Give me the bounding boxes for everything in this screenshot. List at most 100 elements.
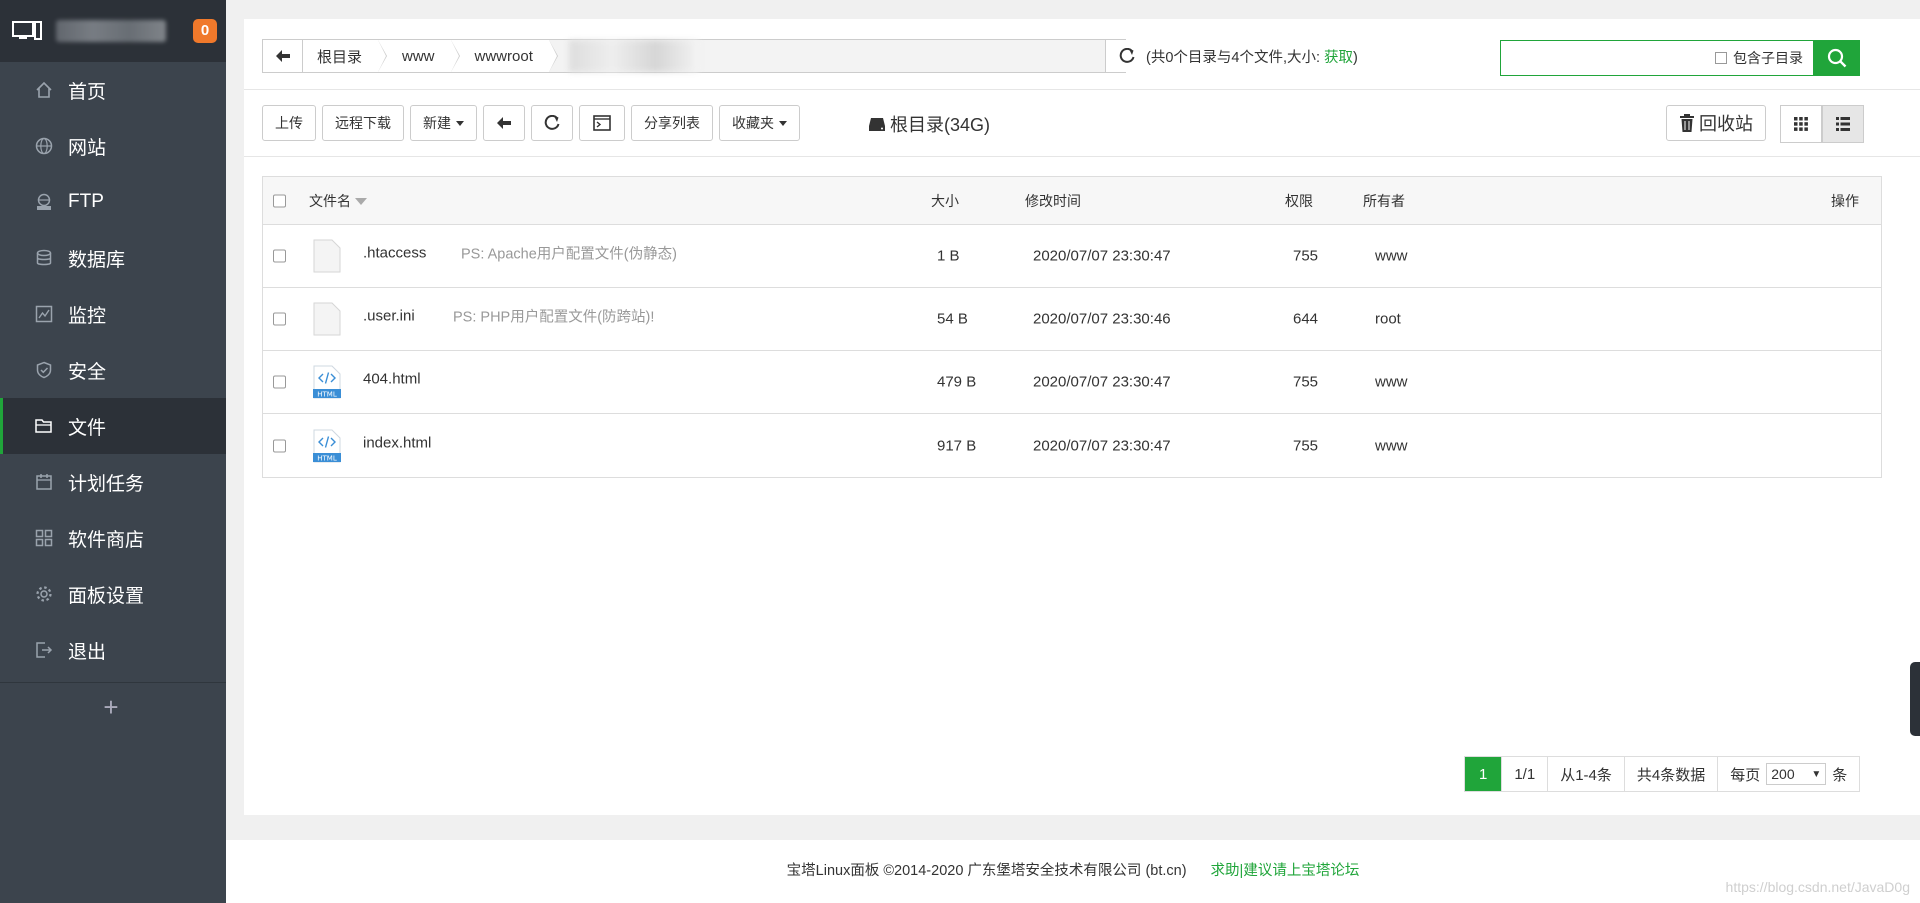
sidebar-item-4[interactable]: 监控 bbox=[0, 286, 226, 342]
footer-help-link[interactable]: 求助|建议请上宝塔论坛 bbox=[1211, 863, 1360, 879]
row-checkbox[interactable] bbox=[273, 312, 286, 326]
file-manager-panel: 根目录 www wwwroot (共0个目录与4个文件,大小: 获取) 包含子目… bbox=[244, 19, 1920, 815]
file-toolbar: 上传 远程下载 新建 分享列表 收藏夹 bbox=[262, 105, 806, 141]
grid-view-button[interactable] bbox=[1780, 105, 1822, 143]
select-all-checkbox[interactable] bbox=[273, 194, 286, 207]
file-name[interactable]: index.html bbox=[363, 434, 431, 451]
file-permission[interactable]: 755 bbox=[1293, 248, 1318, 265]
trash-icon bbox=[1680, 114, 1694, 132]
favorites-dropdown-button[interactable]: 收藏夹 bbox=[719, 105, 800, 141]
sidebar-item-6[interactable]: 文件 bbox=[0, 398, 226, 454]
column-header-action: 操作 bbox=[1831, 192, 1859, 209]
file-owner[interactable]: www bbox=[1375, 437, 1408, 454]
file-owner[interactable]: root bbox=[1375, 311, 1401, 328]
disk-label: 根目录(34G) bbox=[890, 115, 991, 135]
folder-icon bbox=[34, 416, 54, 436]
table-body: .htaccess PS: Apache用户配置文件(伪静态) 1 B 2020/07… bbox=[263, 225, 1881, 477]
sidebar-item-10[interactable]: 退出 bbox=[0, 622, 226, 678]
get-size-link[interactable]: 获取 bbox=[1324, 50, 1353, 66]
column-name-label: 文件名 bbox=[309, 192, 351, 209]
new-dropdown-button[interactable]: 新建 bbox=[410, 105, 477, 141]
breadcrumb-wwwroot[interactable]: wwwroot bbox=[450, 40, 559, 72]
caret-down-icon bbox=[456, 120, 464, 126]
page-current[interactable]: 1 bbox=[1465, 757, 1503, 791]
divider bbox=[244, 156, 1920, 157]
favorites-label: 收藏夹 bbox=[732, 115, 774, 131]
breadcrumb-root[interactable]: 根目录 bbox=[303, 40, 388, 72]
sidebar-add-button[interactable]: + bbox=[96, 692, 126, 722]
file-table: 文件名 大小 修改时间 权限 所有者 操作 .htaccess PS: Apach… bbox=[262, 176, 1882, 478]
disk-selector[interactable]: 根目录(34G) bbox=[868, 111, 990, 137]
apps-grid-icon bbox=[34, 528, 54, 548]
page-count: 1/1 bbox=[1502, 757, 1549, 791]
table-row[interactable]: HTML 404.html 479 B 2020/07/07 23:30:47 755 w… bbox=[263, 351, 1881, 414]
sidebar-item-2[interactable]: FTP bbox=[0, 174, 226, 230]
column-header-size[interactable]: 大小 bbox=[931, 191, 959, 211]
go-back-button[interactable] bbox=[483, 105, 525, 141]
per-page-value: 200 bbox=[1771, 766, 1795, 782]
file-name[interactable]: .user.ini bbox=[363, 308, 415, 325]
file-owner[interactable]: www bbox=[1375, 248, 1408, 265]
recycle-bin-button[interactable]: 回收站 bbox=[1666, 105, 1766, 141]
path-refresh-button[interactable] bbox=[1105, 40, 1147, 72]
file-permission[interactable]: 755 bbox=[1293, 374, 1318, 391]
include-subdir-option[interactable]: 包含子目录 bbox=[1715, 41, 1813, 75]
sidebar-item-9[interactable]: 面板设置 bbox=[0, 566, 226, 622]
column-header-owner[interactable]: 所有者 bbox=[1363, 191, 1405, 211]
html-file-icon: HTML bbox=[313, 429, 341, 463]
file-name[interactable]: .htaccess bbox=[363, 245, 426, 262]
table-row[interactable]: .user.ini PS: PHP用户配置文件(防跨站)! 54 B 2020/07/… bbox=[263, 288, 1881, 351]
row-checkbox[interactable] bbox=[273, 375, 286, 389]
svg-text:HTML: HTML bbox=[317, 391, 337, 399]
back-button[interactable] bbox=[263, 40, 303, 72]
include-subdir-label: 包含子目录 bbox=[1733, 50, 1803, 66]
list-icon bbox=[1836, 117, 1850, 131]
sidebar-item-label: 文件 bbox=[68, 417, 107, 439]
page-total: 共4条数据 bbox=[1625, 757, 1719, 791]
terminal-icon bbox=[593, 115, 611, 131]
server-monitor-icon bbox=[12, 20, 42, 42]
notification-badge[interactable]: 0 bbox=[193, 19, 217, 43]
terminal-button[interactable] bbox=[579, 105, 625, 141]
search-button[interactable] bbox=[1814, 40, 1860, 76]
upload-button[interactable]: 上传 bbox=[262, 105, 316, 141]
row-checkbox[interactable] bbox=[273, 249, 286, 263]
file-name[interactable]: 404.html bbox=[363, 371, 421, 388]
file-mtime: 2020/07/07 23:30:47 bbox=[1033, 437, 1171, 454]
column-header-name[interactable]: 文件名 bbox=[309, 191, 367, 211]
sidebar-item-label: 监控 bbox=[68, 305, 107, 327]
search-input[interactable] bbox=[1501, 41, 1715, 75]
sort-caret-icon bbox=[355, 198, 367, 206]
table-row[interactable]: HTML index.html 917 B 2020/07/07 23:30:47 75… bbox=[263, 414, 1881, 477]
search-icon bbox=[1827, 48, 1847, 68]
list-view-button[interactable] bbox=[1822, 105, 1864, 143]
breadcrumb-www[interactable]: www bbox=[378, 40, 459, 72]
include-subdir-checkbox[interactable] bbox=[1715, 52, 1727, 64]
file-permission[interactable]: 644 bbox=[1293, 311, 1318, 328]
grid-icon bbox=[1794, 117, 1808, 131]
sidebar-item-0[interactable]: 首页 bbox=[0, 62, 226, 118]
sidebar-item-3[interactable]: 数据库 bbox=[0, 230, 226, 286]
sidebar-item-1[interactable]: 网站 bbox=[0, 118, 226, 174]
sidebar-menu: 首页 网站 FTP 数据库监控安全文件计划任务 软件商店面板设置退出 bbox=[0, 62, 226, 678]
sidebar-item-7[interactable]: 计划任务 bbox=[0, 454, 226, 510]
file-permission[interactable]: 755 bbox=[1293, 437, 1318, 454]
directory-info-suffix: ) bbox=[1353, 50, 1358, 66]
divider bbox=[244, 89, 1920, 90]
share-list-button[interactable]: 分享列表 bbox=[631, 105, 713, 141]
row-checkbox[interactable] bbox=[273, 439, 286, 452]
file-owner[interactable]: www bbox=[1375, 374, 1408, 391]
svg-text:HTML: HTML bbox=[317, 454, 337, 462]
column-header-perm[interactable]: 权限 bbox=[1285, 191, 1313, 211]
per-page-select[interactable]: 200 ▼ bbox=[1766, 763, 1827, 785]
table-row[interactable]: .htaccess PS: Apache用户配置文件(伪静态) 1 B 2020/07… bbox=[263, 225, 1881, 288]
sidebar-item-8[interactable]: 软件商店 bbox=[0, 510, 226, 566]
sidebar-item-5[interactable]: 安全 bbox=[0, 342, 226, 398]
refresh-button[interactable] bbox=[531, 105, 573, 141]
column-header-mtime[interactable]: 修改时间 bbox=[1025, 191, 1081, 211]
gear-icon bbox=[34, 584, 54, 604]
sidebar-item-label: 安全 bbox=[68, 361, 107, 383]
sidebar-item-label: 面板设置 bbox=[68, 585, 145, 607]
remote-download-button[interactable]: 远程下载 bbox=[322, 105, 404, 141]
side-panel-handle[interactable] bbox=[1910, 662, 1920, 736]
